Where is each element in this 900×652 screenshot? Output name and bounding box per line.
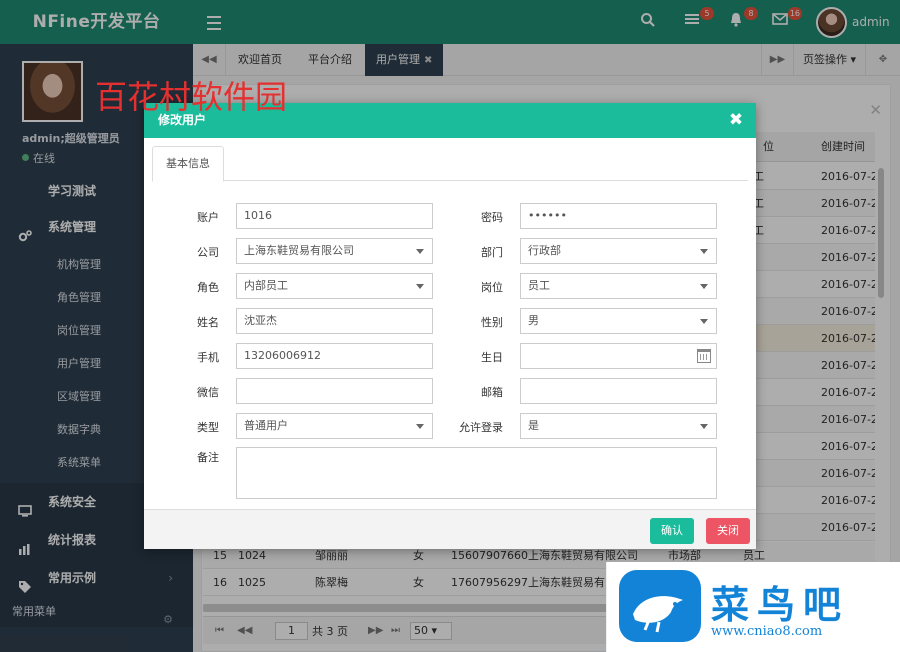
company-select[interactable]: 上海东鞋贸易有限公司 bbox=[236, 238, 433, 264]
post-label: 岗位 bbox=[481, 281, 503, 294]
post-select[interactable]: 员工 bbox=[520, 273, 717, 299]
birthday-input[interactable] bbox=[520, 343, 717, 369]
dept-label: 部门 bbox=[481, 246, 503, 259]
dialog-footer: 确认 关闭 bbox=[144, 509, 756, 549]
role-select[interactable]: 内部员工 bbox=[236, 273, 433, 299]
calendar-icon[interactable] bbox=[697, 349, 711, 363]
gender-select[interactable]: 男 bbox=[520, 308, 717, 334]
dept-select[interactable]: 行政部 bbox=[520, 238, 717, 264]
name-label: 姓名 bbox=[197, 316, 219, 329]
remark-label: 备注 bbox=[197, 451, 219, 464]
role-label: 角色 bbox=[197, 281, 219, 294]
company-label: 公司 bbox=[197, 246, 219, 259]
wechat-label: 微信 bbox=[197, 386, 219, 399]
wechat-input[interactable] bbox=[236, 378, 433, 404]
edit-user-dialog: 修改用户 ✖ 基本信息 账户 1016 密码 •••••• 公司 上海东鞋贸易有… bbox=[144, 103, 756, 549]
password-label: 密码 bbox=[481, 211, 503, 224]
remark-textarea[interactable] bbox=[236, 447, 717, 499]
form-tabs: 基本信息 bbox=[152, 146, 748, 182]
name-input[interactable]: 沈亚杰 bbox=[236, 308, 433, 334]
password-input[interactable]: •••••• bbox=[520, 203, 717, 229]
mobile-input[interactable]: 13206006912 bbox=[236, 343, 433, 369]
email-input[interactable] bbox=[520, 378, 717, 404]
logo-url: www.cniao8.com bbox=[711, 624, 823, 639]
logo-text: 菜鸟吧 bbox=[711, 582, 850, 627]
bird-logo-icon bbox=[619, 570, 701, 642]
email-label: 邮箱 bbox=[481, 386, 503, 399]
mobile-label: 手机 bbox=[197, 351, 219, 364]
type-label: 类型 bbox=[197, 421, 219, 434]
close-button[interactable]: 关闭 bbox=[706, 518, 750, 544]
birthday-label: 生日 bbox=[481, 351, 503, 364]
tab-basic-info[interactable]: 基本信息 bbox=[152, 146, 224, 182]
site-logo: 菜鸟吧 www.cniao8.com bbox=[606, 562, 900, 652]
account-label: 账户 bbox=[197, 211, 219, 224]
type-select[interactable]: 普通用户 bbox=[236, 413, 433, 439]
watermark-text: 百花村软件园 bbox=[95, 78, 288, 116]
allow-login-label: 允许登录 bbox=[459, 421, 503, 434]
allow-login-select[interactable]: 是 bbox=[520, 413, 717, 439]
account-input[interactable]: 1016 bbox=[236, 203, 433, 229]
close-icon[interactable]: ✖ bbox=[726, 110, 746, 130]
gender-label: 性别 bbox=[481, 316, 503, 329]
confirm-button[interactable]: 确认 bbox=[650, 518, 694, 544]
